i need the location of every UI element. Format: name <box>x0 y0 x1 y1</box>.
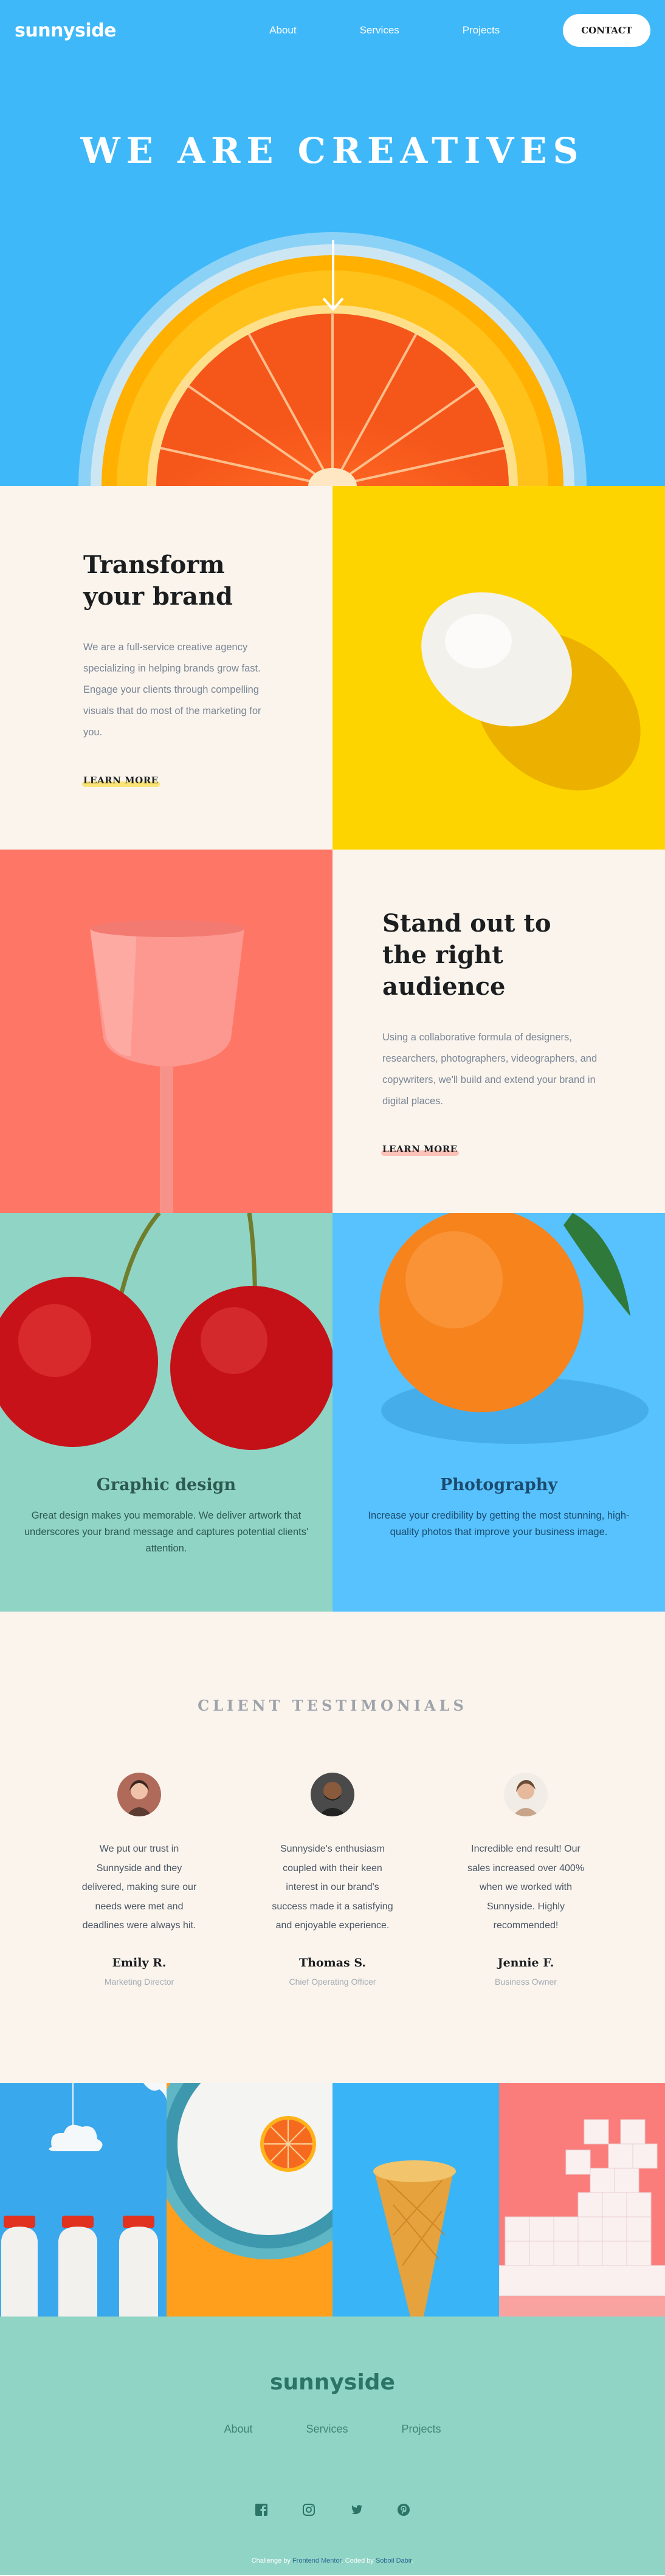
pinterest-icon[interactable] <box>396 2502 411 2517</box>
graphic-design-text: Great design makes you memorable. We del… <box>24 1510 309 1554</box>
gallery-milk-bottles-image <box>0 2083 167 2317</box>
testimonial-name: Emily R. <box>112 1956 167 1970</box>
testimonial-card: We put our trust in Sunnyside and they d… <box>43 1773 236 1987</box>
standout-section: Stand out to the right audience Using a … <box>0 850 665 1213</box>
testimonial-quote: Sunnyside's enthusiasm coupled with thei… <box>272 1844 393 1931</box>
contact-button[interactable]: CONTACT <box>563 14 650 47</box>
transform-title: Transform your brand <box>83 551 233 611</box>
footer-link-services[interactable]: Services <box>306 2423 348 2436</box>
testimonial-quote: Incredible end result! Our sales increas… <box>467 1844 585 1931</box>
photography-card: Photography Increase your credibility by… <box>332 1213 665 1612</box>
testimonial-card: Incredible end result! Our sales increas… <box>429 1773 622 1987</box>
scroll-down-arrow-icon[interactable] <box>321 240 345 312</box>
transform-learn-more-label: LEARN MORE <box>83 775 159 786</box>
testimonials-heading: CLIENT TESTIMONIALS <box>198 1697 467 1714</box>
footer-attribution: Challenge by Frontend Mentor. Coded by S… <box>251 2557 414 2564</box>
testimonial-role: Chief Operating Officer <box>289 1976 376 1987</box>
egg-image <box>332 486 665 850</box>
services-section: Graphic design Great design makes you me… <box>0 1213 665 1612</box>
testimonial-role: Marketing Director <box>104 1976 174 1987</box>
standout-text: Using a collaborative formula of designe… <box>382 1031 598 1107</box>
graphic-design-card: Graphic design Great design makes you me… <box>0 1213 332 1612</box>
graphic-design-title: Graphic design <box>96 1475 236 1494</box>
standout-learn-more-link[interactable]: LEARN MORE <box>381 1143 459 1156</box>
transform-text-block: Transform your brand We are a full-servi… <box>0 486 332 850</box>
footer-logo[interactable]: sunnyside <box>0 2370 665 2395</box>
gallery-section <box>0 2083 665 2317</box>
standout-learn-more-wrap: LEARN MORE <box>381 1112 665 1156</box>
attribution-prefix: Challenge by <box>251 2557 291 2564</box>
footer: sunnyside About Services Projects Challe… <box>0 2317 665 2575</box>
facebook-icon[interactable] <box>254 2502 269 2517</box>
hero-title: WE ARE CREATIVES <box>80 130 585 171</box>
testimonials-list: We put our trust in Sunnyside and they d… <box>0 1773 665 1987</box>
avatar-jennie <box>504 1773 548 1816</box>
photography-title: Photography <box>439 1475 558 1494</box>
testimonial-role: Business Owner <box>495 1976 557 1987</box>
nav-link-about[interactable]: About <box>269 24 296 36</box>
transform-section: Transform your brand We are a full-servi… <box>0 486 665 850</box>
instagram-icon[interactable] <box>301 2502 316 2517</box>
twitter-icon[interactable] <box>349 2502 364 2517</box>
testimonial-card: Sunnyside's enthusiasm coupled with thei… <box>236 1773 429 1987</box>
testimonial-name: Thomas S. <box>298 1956 366 1970</box>
transform-learn-more-link[interactable]: LEARN MORE <box>82 775 160 787</box>
nav-link-services[interactable]: Services <box>360 24 399 36</box>
social-links <box>0 2502 665 2517</box>
footer-link-projects[interactable]: Projects <box>402 2423 441 2436</box>
nav-links: About Services Projects CONTACT <box>269 14 650 47</box>
standout-text-block: Stand out to the right audience Using a … <box>332 850 665 1213</box>
testimonial-name: Jennie F. <box>497 1956 554 1970</box>
transform-learn-more-wrap: LEARN MORE <box>82 743 332 787</box>
hero-section: sunnyside About Services Projects CONTAC… <box>0 0 665 486</box>
graphic-design-caption: Graphic design Great design makes you me… <box>0 1475 332 1557</box>
top-nav: sunnyside About Services Projects CONTAC… <box>0 0 665 61</box>
transform-text: We are a full-service creative agency sp… <box>83 642 261 738</box>
frontend-mentor-link[interactable]: Frontend Mentor <box>292 2557 342 2564</box>
testimonials-section: CLIENT TESTIMONIALS We put our trust in … <box>0 1612 665 2083</box>
nav-link-projects[interactable]: Projects <box>463 24 500 36</box>
author-link[interactable]: Soboil Dabir <box>376 2557 412 2564</box>
footer-links: About Services Projects <box>0 2423 665 2436</box>
site-logo[interactable]: sunnyside <box>15 20 116 41</box>
avatar-emily <box>117 1773 161 1816</box>
gallery-ice-cream-cone-image <box>332 2083 499 2317</box>
orange-fruit-image <box>332 1213 665 1612</box>
avatar-thomas <box>311 1773 354 1816</box>
cup-image <box>0 850 332 1213</box>
gallery-orange-plate-image <box>166 2083 332 2317</box>
gallery-sugar-cubes-image <box>498 2083 665 2317</box>
standout-learn-more-label: LEARN MORE <box>382 1143 458 1155</box>
photography-caption: Photography Increase your credibility by… <box>332 1475 665 1540</box>
attribution-middle: Coded by <box>345 2557 374 2564</box>
footer-link-about[interactable]: About <box>224 2423 252 2436</box>
photography-text: Increase your credibility by getting the… <box>368 1510 630 1537</box>
testimonial-quote: We put our trust in Sunnyside and they d… <box>81 1844 197 1931</box>
standout-title: Stand out to the right audience <box>382 908 551 1001</box>
